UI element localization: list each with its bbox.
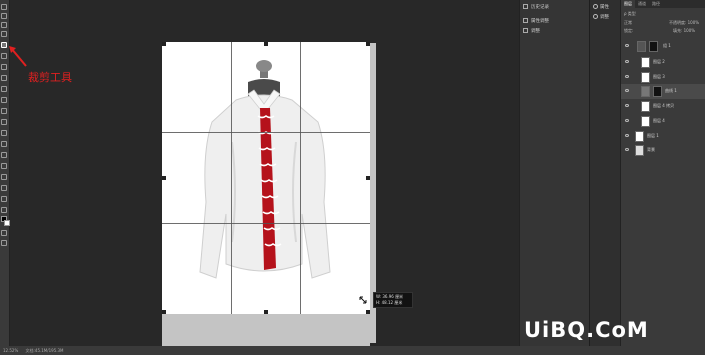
adjust-panel-button[interactable]: 调整 xyxy=(593,14,609,20)
crop-grid-line xyxy=(162,132,370,133)
history-icon xyxy=(523,4,528,9)
layer-row[interactable]: 背景 xyxy=(621,143,705,158)
tab-layers[interactable]: 图层 xyxy=(621,0,635,8)
crop-handle[interactable] xyxy=(162,310,166,314)
blend-mode-select[interactable]: 正常 xyxy=(624,20,632,26)
visibility-eye-icon[interactable] xyxy=(625,44,629,47)
zoom-level[interactable]: 12.52% xyxy=(3,348,18,353)
layer-row[interactable]: 图层 3 xyxy=(621,70,705,85)
crop-handle[interactable] xyxy=(264,310,268,314)
opacity-field[interactable]: 不透明度: 100% xyxy=(669,20,699,26)
curves-adjustment-icon xyxy=(641,86,650,97)
type-tool-icon[interactable] xyxy=(1,163,7,169)
crop-handle[interactable] xyxy=(366,42,370,46)
dodge-tool-icon[interactable] xyxy=(1,141,7,147)
crop-tool-icon[interactable] xyxy=(1,42,7,48)
visibility-eye-icon[interactable] xyxy=(625,119,629,122)
properties-panel-button[interactable]: 属性 xyxy=(593,4,609,10)
layer-thumb xyxy=(641,101,650,112)
quick-select-tool-icon[interactable] xyxy=(1,31,7,37)
tab-channels[interactable]: 通道 xyxy=(635,0,649,8)
crop-grid-line xyxy=(300,42,301,314)
marquee-tool-icon[interactable] xyxy=(1,13,7,19)
brush-tool-icon[interactable] xyxy=(1,75,7,81)
layers-panel: 图层 通道 路径 ρ 类型 正常 不透明度: 100% 锁定: 填充: 100% 组… xyxy=(620,0,705,346)
properties-adjust-button[interactable]: 属性调整 xyxy=(523,18,549,24)
layer-thumb xyxy=(641,116,650,127)
layer-filter-kind[interactable]: ρ 类型 xyxy=(624,11,636,17)
adjust-icon xyxy=(523,18,528,23)
healing-brush-tool-icon[interactable] xyxy=(1,64,7,70)
pen-tool-icon[interactable] xyxy=(1,152,7,158)
visibility-eye-icon[interactable] xyxy=(625,104,629,107)
lasso-tool-icon[interactable] xyxy=(1,22,7,28)
crop-handle[interactable] xyxy=(366,176,370,180)
resize-cursor-icon xyxy=(359,296,367,304)
adjustments-button[interactable]: 调整 xyxy=(523,28,540,34)
annotation-arrow-icon xyxy=(9,46,27,67)
layer-thumb xyxy=(635,131,644,142)
crop-handle[interactable] xyxy=(264,42,268,46)
canvas-extension xyxy=(162,314,370,346)
crop-handle[interactable] xyxy=(366,310,370,314)
history-brush-tool-icon[interactable] xyxy=(1,97,7,103)
crop-grid-line xyxy=(231,42,232,314)
tooltip-height: H: 48.12 厘米 xyxy=(376,300,403,305)
crop-handle[interactable] xyxy=(162,42,166,46)
adjust-circle-icon xyxy=(593,14,598,19)
mannequin-top xyxy=(256,60,272,72)
shape-tool-icon[interactable] xyxy=(1,185,7,191)
annotation-label: 裁剪工具 xyxy=(28,71,72,84)
eraser-tool-icon[interactable] xyxy=(1,108,7,114)
layer-thumb xyxy=(641,57,650,68)
document-size: 文档:45.1M/195.3M xyxy=(25,348,64,353)
properties-icon xyxy=(593,4,598,9)
layer-thumb xyxy=(641,72,650,83)
tab-paths[interactable]: 路径 xyxy=(649,0,663,8)
clone-stamp-tool-icon[interactable] xyxy=(1,86,7,92)
adjustments-icon xyxy=(523,28,528,33)
history-panel-button[interactable]: 历史记录 xyxy=(523,4,549,10)
crop-size-tooltip: W: 36.96 厘米 H: 48.12 厘米 xyxy=(373,292,413,308)
crop-handle[interactable] xyxy=(162,176,166,180)
blur-tool-icon[interactable] xyxy=(1,130,7,136)
visibility-eye-icon[interactable] xyxy=(625,148,629,151)
collapsed-panel-dock: 历史记录 属性调整 调整 xyxy=(519,0,590,346)
status-bar: 12.52% 文档:45.1M/195.3M xyxy=(0,346,705,355)
visibility-eye-icon[interactable] xyxy=(625,89,629,92)
folder-icon xyxy=(637,41,646,52)
gradient-tool-icon[interactable] xyxy=(1,119,7,125)
layer-row[interactable]: 组 1 xyxy=(621,39,705,54)
lock-label: 锁定: xyxy=(624,28,634,33)
layer-row[interactable]: 图层 4 拷贝 xyxy=(621,99,705,114)
visibility-eye-icon[interactable] xyxy=(625,60,629,63)
eyedropper-tool-icon[interactable] xyxy=(1,53,7,59)
fill-field[interactable]: 填充: 100% xyxy=(673,28,695,34)
layer-row[interactable]: 图层 2 xyxy=(621,55,705,70)
screen-mode-icon[interactable] xyxy=(1,240,7,246)
layer-row[interactable]: 曲线 1 xyxy=(621,84,705,99)
watermark: UiBQ.CoM xyxy=(524,318,649,342)
hand-tool-icon[interactable] xyxy=(1,196,7,202)
crop-grid-line xyxy=(162,223,370,224)
layers-panel-tabs: 图层 通道 路径 xyxy=(621,0,705,8)
move-tool-icon[interactable] xyxy=(1,4,7,10)
visibility-eye-icon[interactable] xyxy=(625,134,629,137)
visibility-eye-icon[interactable] xyxy=(625,75,629,78)
quick-mask-icon[interactable] xyxy=(1,230,7,236)
panel-icon-column: 属性 调整 xyxy=(589,0,620,346)
layer-row[interactable]: 图层 4 xyxy=(621,114,705,129)
shirt-photo xyxy=(199,60,331,279)
layer-row[interactable]: 图层 1 xyxy=(621,129,705,144)
layer-mask-thumb xyxy=(649,41,658,52)
background-thumb xyxy=(635,145,644,156)
path-select-tool-icon[interactable] xyxy=(1,174,7,180)
zoom-tool-icon[interactable] xyxy=(1,207,7,213)
layer-mask-thumb xyxy=(653,86,662,97)
document-canvas[interactable] xyxy=(162,42,370,314)
